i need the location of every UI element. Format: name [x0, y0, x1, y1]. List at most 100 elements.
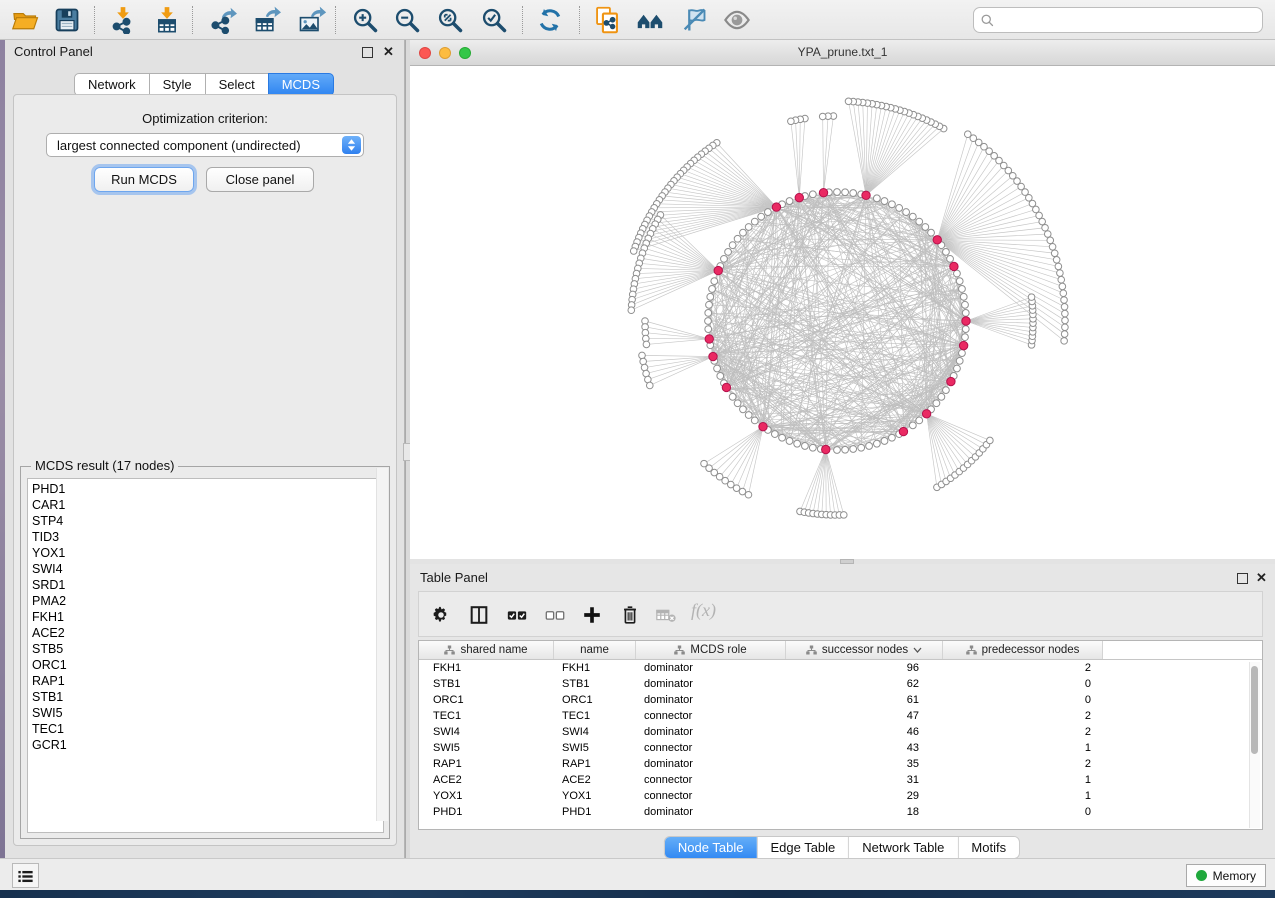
mcds-node[interactable]: [722, 383, 730, 391]
open-network-icon[interactable]: [8, 4, 42, 36]
table-row[interactable]: ORC1ORC1dominator610: [419, 692, 1262, 708]
network-node[interactable]: [928, 229, 935, 236]
network-node[interactable]: [714, 365, 721, 372]
network-node[interactable]: [1061, 303, 1068, 310]
network-node[interactable]: [788, 118, 795, 125]
tab-network-table[interactable]: Network Table: [848, 837, 957, 858]
network-node[interactable]: [960, 293, 967, 300]
network-node[interactable]: [1028, 294, 1035, 301]
table-cell[interactable]: 1: [943, 788, 1103, 804]
zoom-selected-icon[interactable]: [477, 4, 511, 36]
table-cell[interactable]: PHD1: [419, 804, 554, 820]
table-cell[interactable]: 1: [943, 740, 1103, 756]
network-node[interactable]: [1053, 256, 1060, 263]
network-node[interactable]: [705, 326, 712, 333]
table-cell[interactable]: RAP1: [419, 756, 554, 772]
network-node[interactable]: [739, 488, 746, 495]
refresh-icon[interactable]: [533, 4, 567, 36]
table-cell[interactable]: YOX1: [419, 788, 554, 804]
table-cell[interactable]: 46: [786, 724, 943, 740]
network-node[interactable]: [1062, 310, 1069, 317]
network-node[interactable]: [962, 334, 969, 341]
float-window-icon[interactable]: [1237, 573, 1248, 584]
column-header-shared-name[interactable]: shared name: [419, 641, 554, 659]
float-window-icon[interactable]: [362, 47, 373, 58]
mcds-result-item[interactable]: STB1: [32, 689, 383, 705]
mcds-node[interactable]: [922, 410, 930, 418]
network-view[interactable]: [410, 66, 1275, 559]
network-node[interactable]: [956, 357, 963, 364]
network-node[interactable]: [903, 209, 910, 216]
network-node[interactable]: [954, 365, 961, 372]
mcds-result-item[interactable]: GCR1: [32, 737, 383, 753]
tab-motifs[interactable]: Motifs: [957, 837, 1019, 858]
network-node[interactable]: [964, 131, 971, 138]
network-node[interactable]: [834, 189, 841, 196]
find-binoculars-icon[interactable]: [633, 4, 667, 36]
add-column-icon[interactable]: [580, 604, 604, 626]
table-cell[interactable]: connector: [636, 740, 786, 756]
network-node[interactable]: [819, 113, 826, 120]
table-cell[interactable]: ACE2: [554, 772, 636, 788]
network-node[interactable]: [734, 400, 741, 407]
export-network-icon[interactable]: [206, 4, 240, 36]
select-all-checkboxes-icon[interactable]: [505, 604, 529, 626]
network-node[interactable]: [947, 255, 954, 262]
mcds-result-item[interactable]: SWI4: [32, 561, 383, 577]
mcds-node[interactable]: [933, 236, 941, 244]
network-node[interactable]: [1061, 331, 1068, 338]
network-node[interactable]: [705, 310, 712, 317]
mcds-result-item[interactable]: ORC1: [32, 657, 383, 673]
network-node[interactable]: [1061, 297, 1068, 304]
network-node[interactable]: [873, 440, 880, 447]
network-node[interactable]: [881, 438, 888, 445]
mcds-node[interactable]: [962, 317, 970, 325]
network-node[interactable]: [758, 213, 765, 220]
mcds-result-item[interactable]: STP4: [32, 513, 383, 529]
mcds-node[interactable]: [947, 377, 955, 385]
table-cell[interactable]: 18: [786, 804, 943, 820]
table-cell[interactable]: connector: [636, 772, 786, 788]
tab-node-table[interactable]: Node Table: [665, 837, 757, 858]
mcds-node[interactable]: [950, 262, 958, 270]
network-node[interactable]: [962, 301, 969, 308]
network-node[interactable]: [1059, 283, 1066, 290]
network-node[interactable]: [771, 431, 778, 438]
import-table-icon[interactable]: [150, 4, 184, 36]
export-table-icon[interactable]: [250, 4, 284, 36]
table-cell[interactable]: YOX1: [554, 788, 636, 804]
table-scrollbar-thumb[interactable]: [1251, 666, 1258, 754]
search-input[interactable]: [999, 12, 1256, 28]
mcds-result-item[interactable]: SWI5: [32, 705, 383, 721]
network-node[interactable]: [959, 286, 966, 293]
network-node[interactable]: [786, 438, 793, 445]
mcds-result-item[interactable]: ACE2: [32, 625, 383, 641]
table-cell[interactable]: 1: [943, 772, 1103, 788]
table-row[interactable]: RAP1RAP1dominator352: [419, 756, 1262, 772]
network-node[interactable]: [922, 224, 929, 231]
network-node[interactable]: [850, 190, 857, 197]
table-cell[interactable]: dominator: [636, 756, 786, 772]
table-row[interactable]: YOX1YOX1connector291: [419, 788, 1262, 804]
network-node[interactable]: [809, 191, 816, 198]
memory-button[interactable]: Memory: [1186, 864, 1266, 887]
network-node[interactable]: [729, 393, 736, 400]
network-node[interactable]: [842, 189, 849, 196]
network-node[interactable]: [858, 444, 865, 451]
network-node[interactable]: [630, 248, 637, 255]
network-node[interactable]: [745, 224, 752, 231]
network-node[interactable]: [962, 326, 969, 333]
network-node[interactable]: [938, 393, 945, 400]
network-node[interactable]: [987, 437, 994, 444]
run-mcds-button[interactable]: Run MCDS: [94, 167, 194, 192]
mcds-result-item[interactable]: PHD1: [32, 481, 383, 497]
table-cell[interactable]: 62: [786, 676, 943, 692]
network-canvas[interactable]: [410, 66, 1275, 559]
tab-edge-table[interactable]: Edge Table: [756, 837, 848, 858]
table-cell[interactable]: STB1: [554, 676, 636, 692]
table-cell[interactable]: TEC1: [554, 708, 636, 724]
network-node[interactable]: [1042, 224, 1049, 231]
table-cell[interactable]: dominator: [636, 692, 786, 708]
close-panel-icon[interactable]: ✕: [383, 44, 394, 60]
mcds-result-item[interactable]: TID3: [32, 529, 383, 545]
